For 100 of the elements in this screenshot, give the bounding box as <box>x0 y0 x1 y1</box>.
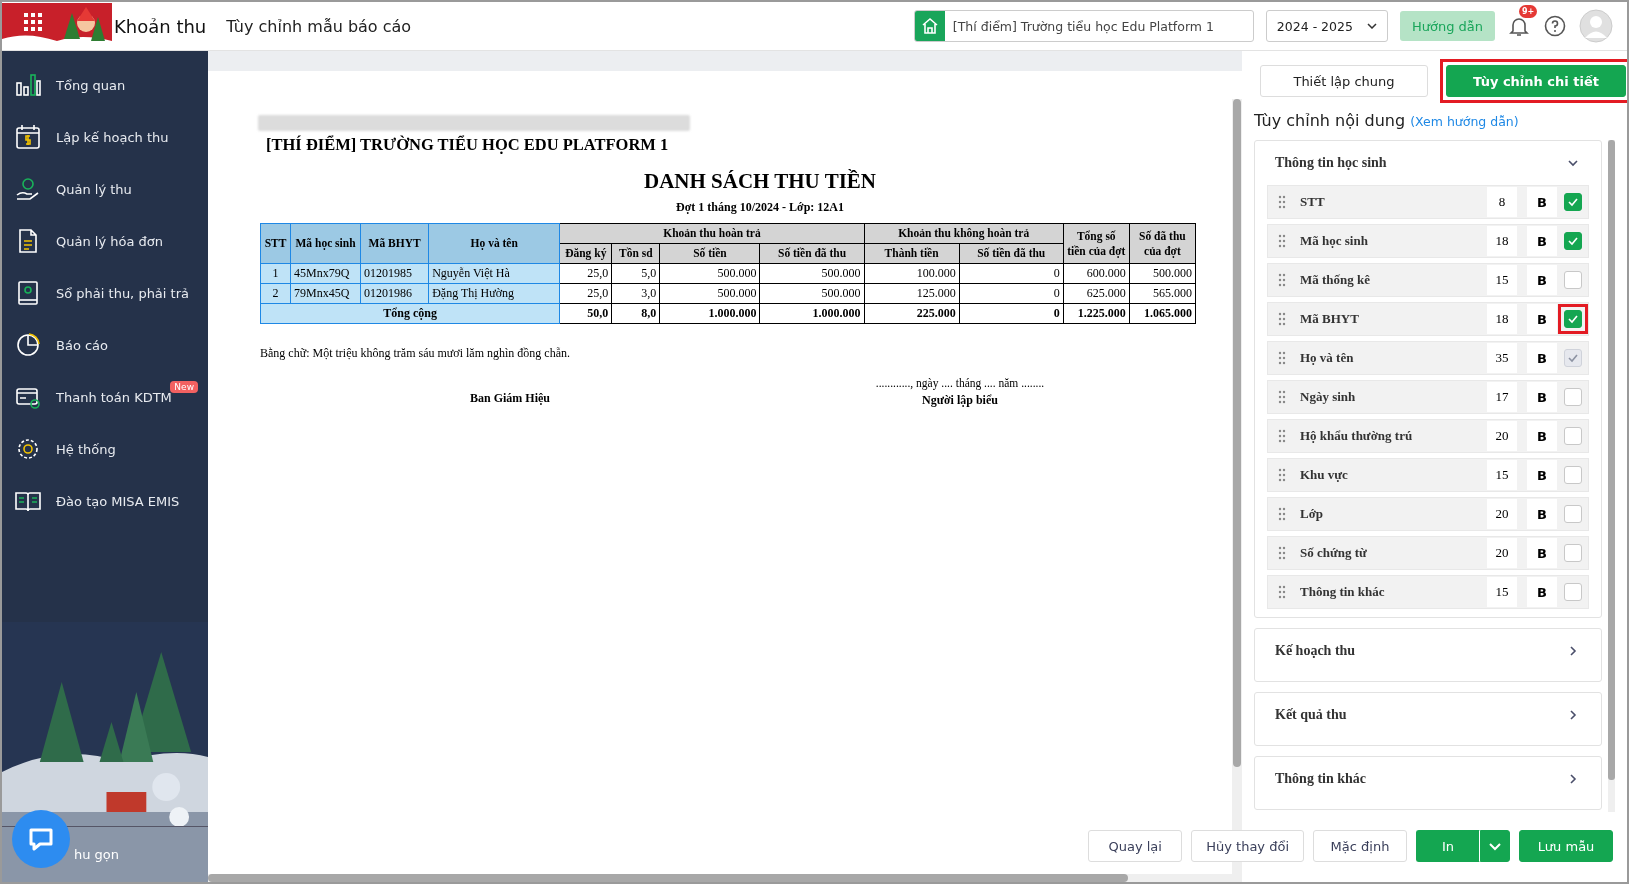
table-cell: 1.000.000 <box>759 303 865 324</box>
school-selector[interactable]: [Thí điểm] Trường tiểu học Edu Platform 1 <box>913 10 1254 42</box>
drag-handle-icon[interactable] <box>1278 468 1286 482</box>
accordion-header[interactable]: Thông tin khác <box>1267 757 1589 801</box>
chevron-down-icon <box>1567 157 1579 169</box>
bold-toggle[interactable]: B <box>1527 226 1557 256</box>
width-input[interactable]: 15 <box>1487 460 1517 490</box>
amount-in-words: Bằng chữ: Một triệu không trăm sáu mươi lăm nghìn đồng chẵn. <box>260 346 571 361</box>
table-cell: 25,0 <box>559 283 612 304</box>
drag-handle-icon[interactable] <box>1278 351 1286 365</box>
drag-handle-icon[interactable] <box>1278 234 1286 248</box>
scrollbar-thumb[interactable] <box>1233 99 1241 767</box>
sidebar-item[interactable]: Thanh toán KDTM New <box>2 371 208 423</box>
sidebar-item[interactable]: Lập kế hoạch thu <box>2 111 208 163</box>
table-cell: 600.000 <box>1063 263 1130 284</box>
checkbox[interactable] <box>1564 388 1582 406</box>
scrollbar-thumb[interactable] <box>1608 140 1615 780</box>
print-options-button[interactable] <box>1480 830 1510 862</box>
checkbox[interactable] <box>1564 310 1582 328</box>
bold-toggle[interactable]: B <box>1527 577 1557 607</box>
column-header: Mã học sinh <box>290 223 361 264</box>
drag-handle-icon[interactable] <box>1278 390 1286 404</box>
checkbox[interactable] <box>1564 271 1582 289</box>
width-input[interactable]: 20 <box>1487 499 1517 529</box>
pie-chart-icon <box>14 331 42 359</box>
drag-handle-icon[interactable] <box>1278 585 1286 599</box>
tab[interactable]: Thiết lập chung <box>1260 65 1428 97</box>
width-input[interactable]: 8 <box>1487 187 1517 217</box>
check-icon <box>1567 313 1579 325</box>
bold-toggle[interactable]: B <box>1527 187 1557 217</box>
year-dropdown[interactable]: 2024 - 2025 <box>1265 10 1388 42</box>
checkbox[interactable] <box>1564 427 1582 445</box>
bold-toggle[interactable]: B <box>1527 382 1557 412</box>
width-input[interactable]: 20 <box>1487 538 1517 568</box>
drag-handle-icon[interactable] <box>1278 507 1286 521</box>
footer-button[interactable]: Quay lại <box>1088 830 1183 862</box>
field-name: Họ và tên <box>1300 350 1355 366</box>
field-name: Thông tin khác <box>1300 584 1386 600</box>
column-header: Mã BHYT <box>360 223 429 264</box>
drag-handle-icon[interactable] <box>1278 546 1286 560</box>
table-cell: 1.225.000 <box>1063 303 1130 324</box>
signer-title: Ban Giám Hiệu <box>470 391 550 405</box>
footer-button[interactable]: Mặc định <box>1313 830 1407 862</box>
drag-handle-icon[interactable] <box>1278 195 1286 209</box>
drag-handle-icon[interactable] <box>1278 312 1286 326</box>
column-header: Số đã thu của đợt <box>1129 223 1196 264</box>
sidebar-item[interactable]: Quản lý thu <box>2 163 208 215</box>
width-input[interactable]: 20 <box>1487 421 1517 451</box>
table-cell: 0 <box>959 263 1064 284</box>
bold-toggle[interactable]: B <box>1527 538 1557 568</box>
table-cell: 25,0 <box>559 263 612 284</box>
checkbox[interactable] <box>1564 232 1582 250</box>
table-cell: 100.000 <box>864 263 960 284</box>
width-input[interactable]: 18 <box>1487 226 1517 256</box>
footer-button[interactable]: Hủy thay đổi <box>1191 830 1304 862</box>
check-icon <box>1567 235 1579 247</box>
sidebar-item[interactable]: Tổng quan <box>2 59 208 111</box>
checkbox[interactable] <box>1564 505 1582 523</box>
checkbox[interactable] <box>1564 583 1582 601</box>
table-cell: 8,0 <box>611 303 660 324</box>
check-icon <box>1567 352 1579 364</box>
checkbox[interactable] <box>1564 466 1582 484</box>
scrollbar-thumb[interactable] <box>208 874 1128 882</box>
drag-handle-icon[interactable] <box>1278 429 1286 443</box>
bold-toggle[interactable]: B <box>1527 499 1557 529</box>
field-name: Mã BHYT <box>1300 311 1360 327</box>
bold-toggle[interactable]: B <box>1527 304 1557 334</box>
bold-toggle[interactable]: B <box>1527 421 1557 451</box>
sidebar-item[interactable]: Sổ phải thu, phải trả <box>2 267 208 319</box>
table-cell: Tổng cộng <box>260 303 560 324</box>
column-header: Họ và tên <box>428 223 560 264</box>
section-heading: Tùy chỉnh nội dung <box>1254 111 1406 130</box>
bold-toggle[interactable]: B <box>1527 265 1557 295</box>
signer-title: Người lập biểu <box>922 393 998 408</box>
column-header: STT <box>260 223 291 264</box>
avatar-icon[interactable] <box>1579 9 1613 43</box>
notification-badge: 9+ <box>1519 5 1538 18</box>
width-input[interactable]: 15 <box>1487 577 1517 607</box>
accordion-header[interactable]: Kế hoạch thu <box>1267 629 1589 673</box>
checkbox[interactable] <box>1564 544 1582 562</box>
width-input[interactable]: 15 <box>1487 265 1517 295</box>
sidebar-item[interactable]: Quản lý hóa đơn <box>2 215 208 267</box>
report-title: DANH SÁCH THU TIỀN <box>643 169 877 194</box>
app-logo[interactable]: Khoản thu <box>2 2 207 50</box>
sidebar-item[interactable]: Báo cáo <box>2 319 208 371</box>
accordion-header[interactable]: Kết quả thu <box>1267 693 1589 737</box>
bold-toggle[interactable]: B <box>1527 460 1557 490</box>
table-cell: 125.000 <box>864 283 960 304</box>
table-cell: 500.000 <box>1129 263 1196 284</box>
group-header: Khoản thu không hoàn trả <box>864 223 1064 244</box>
accordion-header[interactable]: Thông tin học sinh <box>1267 141 1589 185</box>
sidebar-item[interactable]: Đào tạo MISA EMIS <box>2 475 208 527</box>
help-icon[interactable] <box>1543 14 1567 38</box>
guide-link[interactable]: (Xem hướng dẫn) <box>1410 114 1519 129</box>
width-input[interactable]: 18 <box>1487 304 1517 334</box>
drag-handle-icon[interactable] <box>1278 273 1286 287</box>
width-input[interactable]: 17 <box>1487 382 1517 412</box>
checkbox[interactable] <box>1564 193 1582 211</box>
date-line: ............, ngày .... tháng .... năm ........ <box>875 377 1045 389</box>
sidebar-item[interactable]: Hệ thống <box>2 423 208 475</box>
